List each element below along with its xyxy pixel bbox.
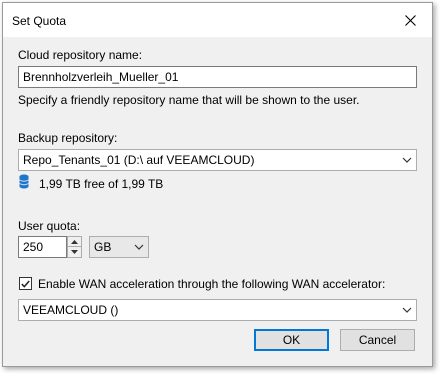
quota-unit-value: GB	[94, 240, 112, 254]
spin-up-button[interactable]	[68, 237, 81, 247]
chevron-up-icon	[71, 239, 78, 244]
database-icon	[19, 174, 29, 192]
chevron-down-icon	[398, 300, 416, 320]
wan-accelerator-select[interactable]: VEEAMCLOUD ()	[18, 299, 417, 321]
wan-accelerator-value: VEEAMCLOUD ()	[23, 303, 119, 317]
backup-repository-select[interactable]: Repo_Tenants_01 (D:\ auf VEEAMCLOUD)	[18, 149, 417, 171]
wan-acceleration-label: Enable WAN acceleration through the foll…	[38, 277, 386, 291]
user-quota-input[interactable]	[18, 236, 67, 258]
backup-repository-label: Backup repository:	[18, 131, 118, 145]
dialog-title: Set Quota	[12, 14, 67, 28]
backup-repository-value: Repo_Tenants_01 (D:\ auf VEEAMCLOUD)	[23, 153, 255, 167]
wan-acceleration-checkbox[interactable]	[19, 277, 32, 290]
quota-unit-select[interactable]: GB	[89, 236, 149, 258]
set-quota-dialog: Set Quota Cloud repository name: Specify…	[2, 2, 433, 367]
user-quota-label: User quota:	[18, 219, 81, 233]
checkmark-icon	[21, 280, 30, 288]
chevron-down-icon	[71, 250, 78, 254]
title-bar: Set Quota	[3, 3, 432, 37]
cancel-button[interactable]: Cancel	[340, 329, 415, 351]
repository-name-input[interactable]	[18, 66, 417, 88]
close-icon	[404, 14, 416, 26]
ok-button[interactable]: OK	[254, 329, 329, 351]
close-button[interactable]	[388, 3, 432, 37]
quota-spinner[interactable]	[67, 236, 82, 258]
free-space-text: 1,99 TB free of 1,99 TB	[39, 177, 164, 191]
spin-down-button[interactable]	[68, 247, 81, 257]
repository-name-label: Cloud repository name:	[18, 48, 143, 62]
repository-name-hint: Specify a friendly repository name that …	[18, 93, 360, 107]
chevron-down-icon	[130, 237, 148, 257]
chevron-down-icon	[398, 150, 416, 170]
